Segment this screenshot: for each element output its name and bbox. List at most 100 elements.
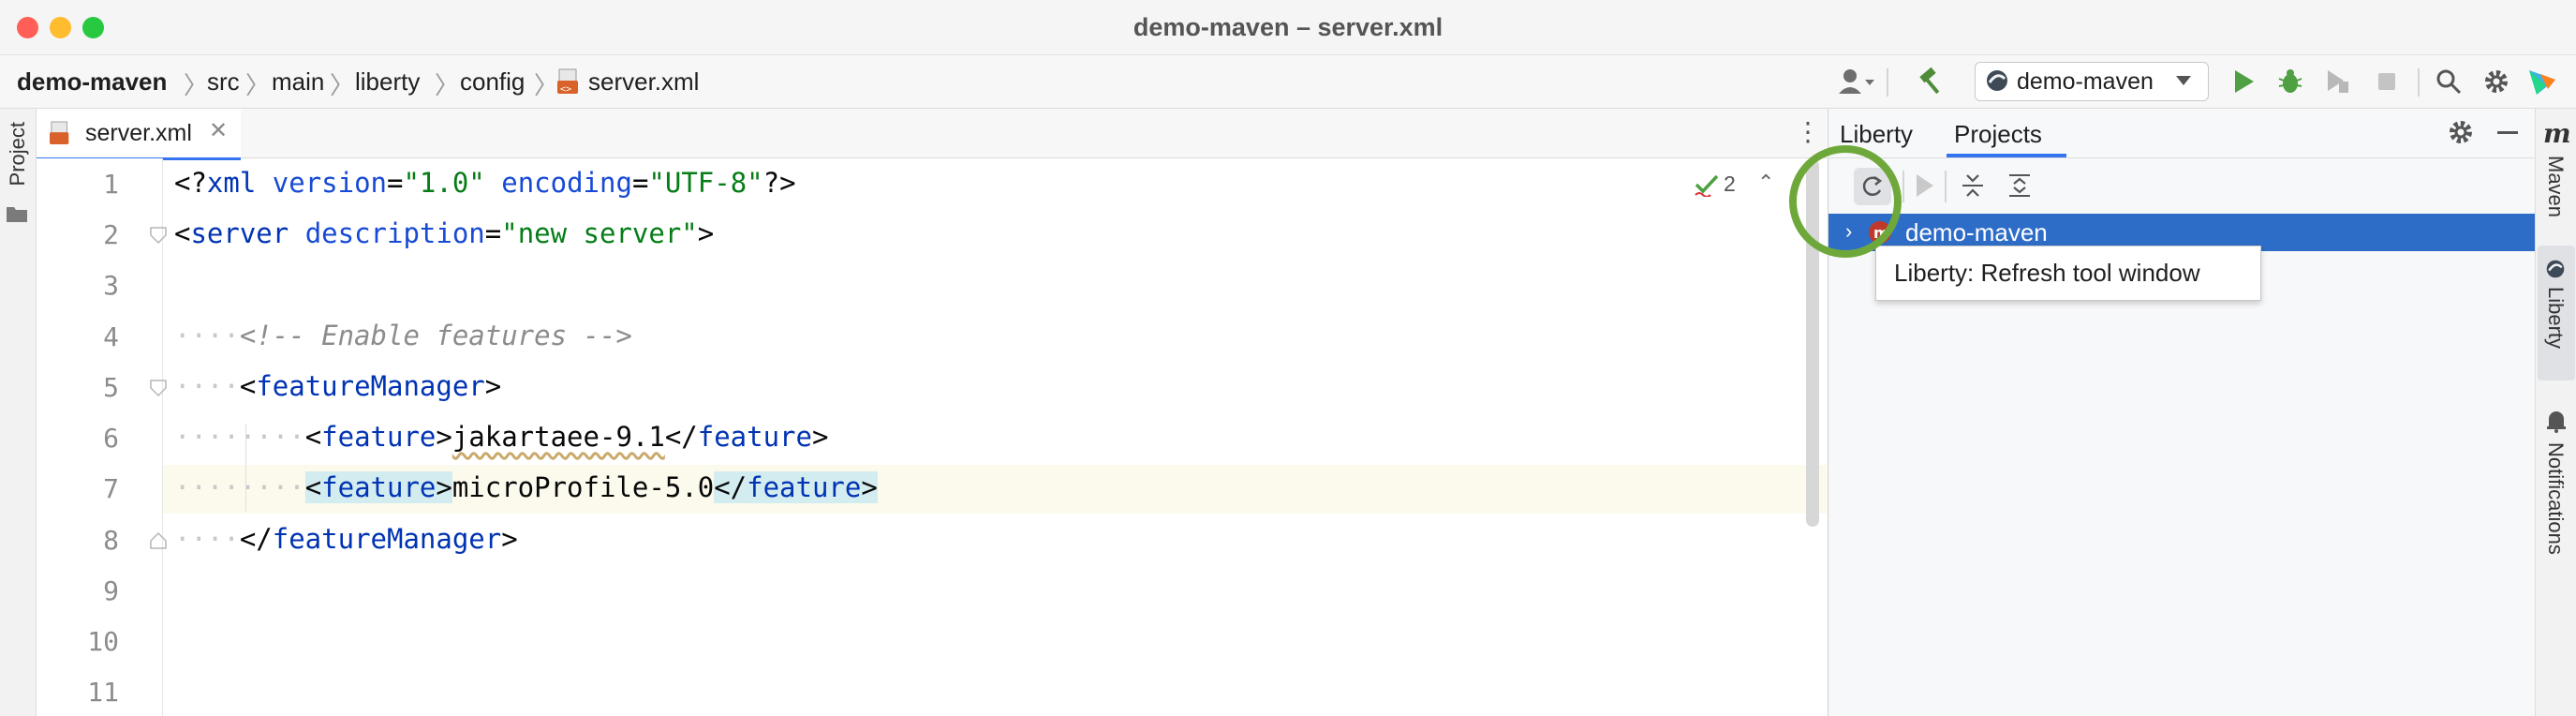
breadcrumb-separator: 〉 <box>184 71 209 99</box>
xml-punct: > <box>861 471 878 503</box>
whitespace-dots: ···· <box>174 320 240 351</box>
jetbrains-logo-icon[interactable] <box>2524 63 2561 100</box>
xml-text: jakartaee-9.1 <box>452 421 665 453</box>
gear-icon[interactable] <box>2478 63 2515 100</box>
xml-declaration: xml <box>206 167 257 199</box>
whitespace-dots: ········ <box>174 421 305 453</box>
liberty-tool-window: Liberty Projects <box>1828 109 2536 716</box>
maven-tool-button[interactable]: Maven <box>2543 156 2568 217</box>
svg-text:<>: <> <box>560 84 571 95</box>
xml-value: "1.0" <box>403 167 485 199</box>
line-number: 1 <box>103 169 119 200</box>
breadcrumb-liberty[interactable]: liberty <box>355 67 420 97</box>
xml-text: microProfile-5.0 <box>452 471 715 503</box>
xml-punct: < <box>239 370 257 402</box>
right-tool-strip: m Maven Liberty Notifications <box>2535 109 2576 716</box>
breadcrumb-separator: 〉 <box>435 71 460 99</box>
run-configuration-selector[interactable]: demo-maven <box>1975 62 2209 101</box>
code-line-2[interactable]: <server description="new server"> <box>174 217 714 249</box>
window-title: demo-maven – server.xml <box>1133 13 1443 41</box>
indent-guide <box>245 424 246 512</box>
xml-punct: <? <box>174 167 207 199</box>
breadcrumb-separator: 〉 <box>330 71 355 99</box>
xml-attribute: encoding <box>501 167 632 199</box>
whitespace-dots: ···· <box>174 370 240 402</box>
run-icon[interactable] <box>2225 63 2262 100</box>
user-icon[interactable] <box>1838 63 1875 100</box>
breadcrumb-config[interactable]: config <box>460 67 525 97</box>
tooltip: Liberty: Refresh tool window <box>1875 246 2261 301</box>
search-icon[interactable] <box>2430 63 2467 100</box>
breadcrumb-separator: 〉 <box>534 71 559 99</box>
breadcrumb-separator: 〉 <box>245 71 271 99</box>
coverage-icon[interactable] <box>2318 63 2356 100</box>
hammer-icon[interactable] <box>1913 63 1950 100</box>
xml-punct: </ <box>714 471 748 503</box>
bell-icon <box>2545 409 2568 438</box>
active-tab-underline <box>1947 154 2066 157</box>
stop-icon[interactable] <box>2368 63 2406 100</box>
chevron-down-icon <box>2174 74 2193 92</box>
more-options-icon[interactable]: ⋮ <box>1795 116 1821 147</box>
toolbar-divider <box>1887 68 1888 97</box>
project-tool-button[interactable]: Project <box>6 122 30 186</box>
breadcrumb-src[interactable]: src <box>207 67 240 97</box>
xml-punct: </ <box>664 421 698 453</box>
expand-all-icon[interactable] <box>1960 172 1986 203</box>
xml-punct: < <box>174 217 191 249</box>
code-line-8[interactable]: ····</featureManager> <box>174 523 518 555</box>
xml-punct: < <box>304 421 322 453</box>
line-number: 10 <box>87 626 119 657</box>
line-number: 5 <box>103 372 119 403</box>
code-line-5[interactable]: ····<featureManager> <box>174 370 501 402</box>
toolbar-divider <box>1902 171 1904 202</box>
xml-punct: > <box>697 217 715 249</box>
xml-punct: </ <box>239 523 273 555</box>
notifications-tool-button[interactable]: Notifications <box>2543 442 2568 555</box>
liberty-icon <box>1985 68 2009 97</box>
xml-punct: > <box>484 370 502 402</box>
line-number: 6 <box>103 423 119 454</box>
code-line-6[interactable]: ········<feature>jakartaee-9.1</feature> <box>174 421 828 453</box>
whitespace-dots: ········ <box>174 471 305 503</box>
editor-tab-bar: server.xml ✕ ⋮ <box>37 109 1827 160</box>
minimize-icon[interactable] <box>2497 131 2518 134</box>
xml-punct: > <box>811 421 829 453</box>
xml-tag: featureManager <box>272 523 502 555</box>
close-tab-icon[interactable]: ✕ <box>209 117 228 144</box>
fold-marker-icon[interactable] <box>149 379 168 402</box>
xml-attribute: description <box>304 217 485 249</box>
gear-icon[interactable] <box>2447 118 2475 151</box>
collapse-all-icon[interactable] <box>2006 172 2033 203</box>
code-line-7[interactable]: ········<feature>microProfile-5.0</featu… <box>174 471 878 503</box>
tab-projects[interactable]: Projects <box>1954 120 2042 149</box>
xml-punct: > <box>501 523 518 555</box>
xml-punct: = <box>484 217 502 249</box>
tab-server-xml[interactable]: server.xml ✕ <box>37 109 241 160</box>
breadcrumb-file[interactable]: server.xml <box>588 67 699 97</box>
xml-value: "UTF-8" <box>648 167 763 199</box>
xml-tag: feature <box>321 471 437 503</box>
code-line-4[interactable]: ····<!-- Enable features --> <box>174 320 632 351</box>
liberty-tool-button[interactable]: Liberty <box>2543 287 2568 349</box>
breadcrumb-main[interactable]: main <box>272 67 324 97</box>
toolbar-divider <box>1945 171 1947 202</box>
debug-icon[interactable] <box>2272 63 2309 100</box>
code-line-1[interactable]: <?xml version="1.0" encoding="UTF-8"?> <box>174 167 796 199</box>
breadcrumb-project[interactable]: demo-maven <box>17 67 167 97</box>
fold-marker-icon[interactable] <box>149 226 168 249</box>
run-icon[interactable] <box>1913 172 1935 203</box>
xml-comment: <!-- Enable features --> <box>239 320 632 351</box>
fold-marker-icon[interactable] <box>149 531 168 555</box>
tree-item-label: demo-maven <box>1905 218 2048 246</box>
checkmark-icon <box>1694 172 1720 201</box>
xml-tag: feature <box>747 471 862 503</box>
line-number-gutter: 1 2 3 4 5 6 7 8 9 10 11 <box>37 158 167 716</box>
xml-tag: feature <box>321 421 437 453</box>
chevron-up-icon[interactable]: ⌃ <box>1757 171 1774 195</box>
whitespace-dots: ···· <box>174 523 240 555</box>
xml-attribute: version <box>272 167 387 199</box>
xml-file-icon: <> <box>557 67 582 100</box>
line-number: 11 <box>87 677 119 708</box>
xml-punct: > <box>436 421 452 453</box>
